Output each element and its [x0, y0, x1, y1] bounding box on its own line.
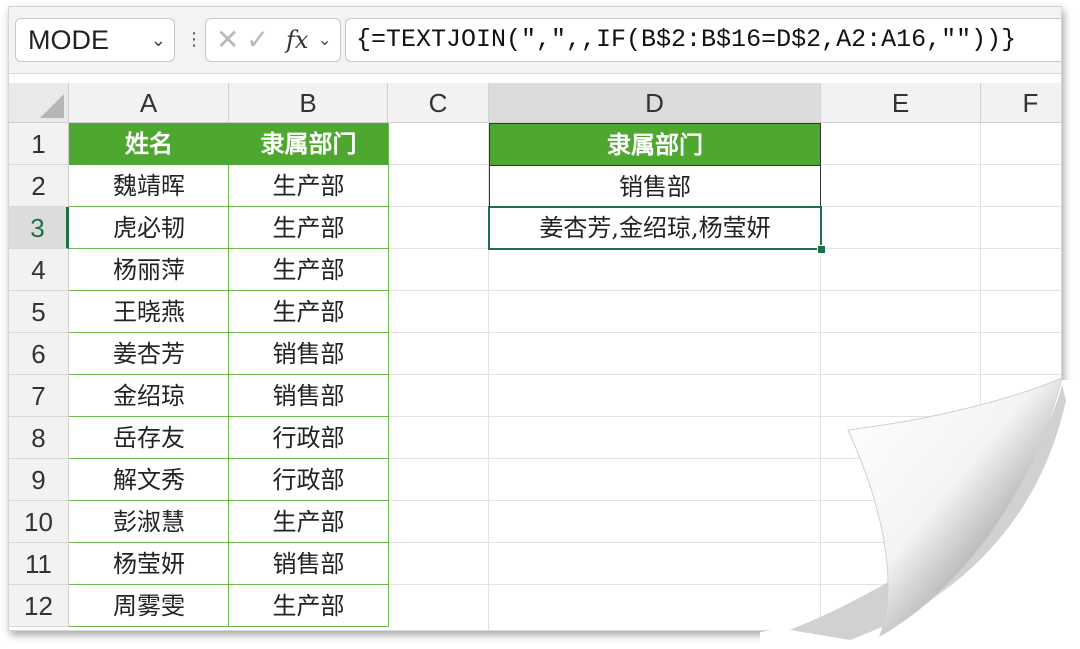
column-header-d[interactable]: D [489, 83, 821, 123]
active-cell-border [488, 206, 822, 250]
enter-icon[interactable]: ✓ [246, 23, 269, 57]
more-options-icon[interactable]: ⋮ [185, 26, 203, 54]
column-header-e[interactable]: E [821, 83, 981, 123]
name-box-value: MODE [28, 25, 109, 55]
table-header-dept[interactable]: 隶属部门 [229, 123, 388, 165]
chevron-down-icon[interactable]: ⌄ [151, 19, 166, 61]
row-header-9[interactable]: 9 [9, 459, 69, 501]
row-header-12[interactable]: 12 [9, 585, 69, 627]
cell-dept[interactable]: 生产部 [229, 291, 388, 333]
cell-dept[interactable]: 生产部 [229, 249, 388, 291]
row-header-3[interactable]: 3 [9, 207, 69, 249]
table-header-name[interactable]: 姓名 [69, 123, 229, 165]
cancel-icon[interactable]: ✕ [216, 23, 239, 57]
cell-name[interactable]: 姜杏芳 [69, 333, 229, 375]
column-header-a[interactable]: A [69, 83, 229, 123]
cell-dept[interactable]: 生产部 [229, 501, 388, 543]
lookup-header[interactable]: 隶属部门 [490, 124, 820, 165]
select-all-triangle-icon [40, 94, 64, 118]
row-header-7[interactable]: 7 [9, 375, 69, 417]
cell-dept[interactable]: 生产部 [229, 165, 388, 207]
row-header-6[interactable]: 6 [9, 333, 69, 375]
cell-dept[interactable]: 销售部 [229, 543, 388, 585]
lookup-criteria-cell[interactable]: 销售部 [490, 165, 820, 207]
cell-name[interactable]: 周雾雯 [69, 585, 229, 627]
cell-name[interactable]: 虎必韧 [69, 207, 229, 249]
cell-dept[interactable]: 销售部 [229, 375, 388, 417]
cell-dept[interactable]: 行政部 [229, 459, 388, 501]
cell-name[interactable]: 魏靖晖 [69, 165, 229, 207]
row-header-1[interactable]: 1 [9, 123, 69, 165]
column-header-c[interactable]: C [388, 83, 489, 123]
select-all-button[interactable] [9, 83, 69, 123]
row-header-5[interactable]: 5 [9, 291, 69, 333]
spreadsheet-window: MODE ⌄ ⋮ ✕ ✓ fx ⌄ {=TEXTJOIN(",",,IF(B$2… [8, 6, 1062, 631]
row-header-11[interactable]: 11 [9, 543, 69, 585]
cell-dept[interactable]: 行政部 [229, 417, 388, 459]
row-header-8[interactable]: 8 [9, 417, 69, 459]
cell-dept[interactable]: 生产部 [229, 585, 388, 627]
chevron-down-icon[interactable]: ⌄ [318, 27, 331, 53]
column-header-b[interactable]: B [229, 83, 388, 123]
name-box[interactable]: MODE ⌄ [15, 18, 175, 62]
cell-dept[interactable]: 销售部 [229, 333, 388, 375]
cell-name[interactable]: 金绍琼 [69, 375, 229, 417]
fill-handle[interactable] [817, 245, 826, 254]
cell-name[interactable]: 彭淑慧 [69, 501, 229, 543]
cell-dept[interactable]: 生产部 [229, 207, 388, 249]
cell-name[interactable]: 解文秀 [69, 459, 229, 501]
formula-input[interactable]: {=TEXTJOIN(",",,IF(B$2:B$16=D$2,A2:A16,"… [345, 18, 1061, 62]
insert-function-icon[interactable]: fx [286, 24, 308, 56]
column-header-f[interactable]: F [981, 83, 1061, 123]
formula-controls: ✕ ✓ fx ⌄ [205, 18, 341, 62]
cell-name[interactable]: 王晓燕 [69, 291, 229, 333]
row-header-2[interactable]: 2 [9, 165, 69, 207]
formula-bar: MODE ⌄ ⋮ ✕ ✓ fx ⌄ {=TEXTJOIN(",",,IF(B$2… [9, 7, 1061, 74]
cell-name[interactable]: 杨莹妍 [69, 543, 229, 585]
row-header-10[interactable]: 10 [9, 501, 69, 543]
row-header-4[interactable]: 4 [9, 249, 69, 291]
cell-name[interactable]: 岳存友 [69, 417, 229, 459]
cell-name[interactable]: 杨丽萍 [69, 249, 229, 291]
